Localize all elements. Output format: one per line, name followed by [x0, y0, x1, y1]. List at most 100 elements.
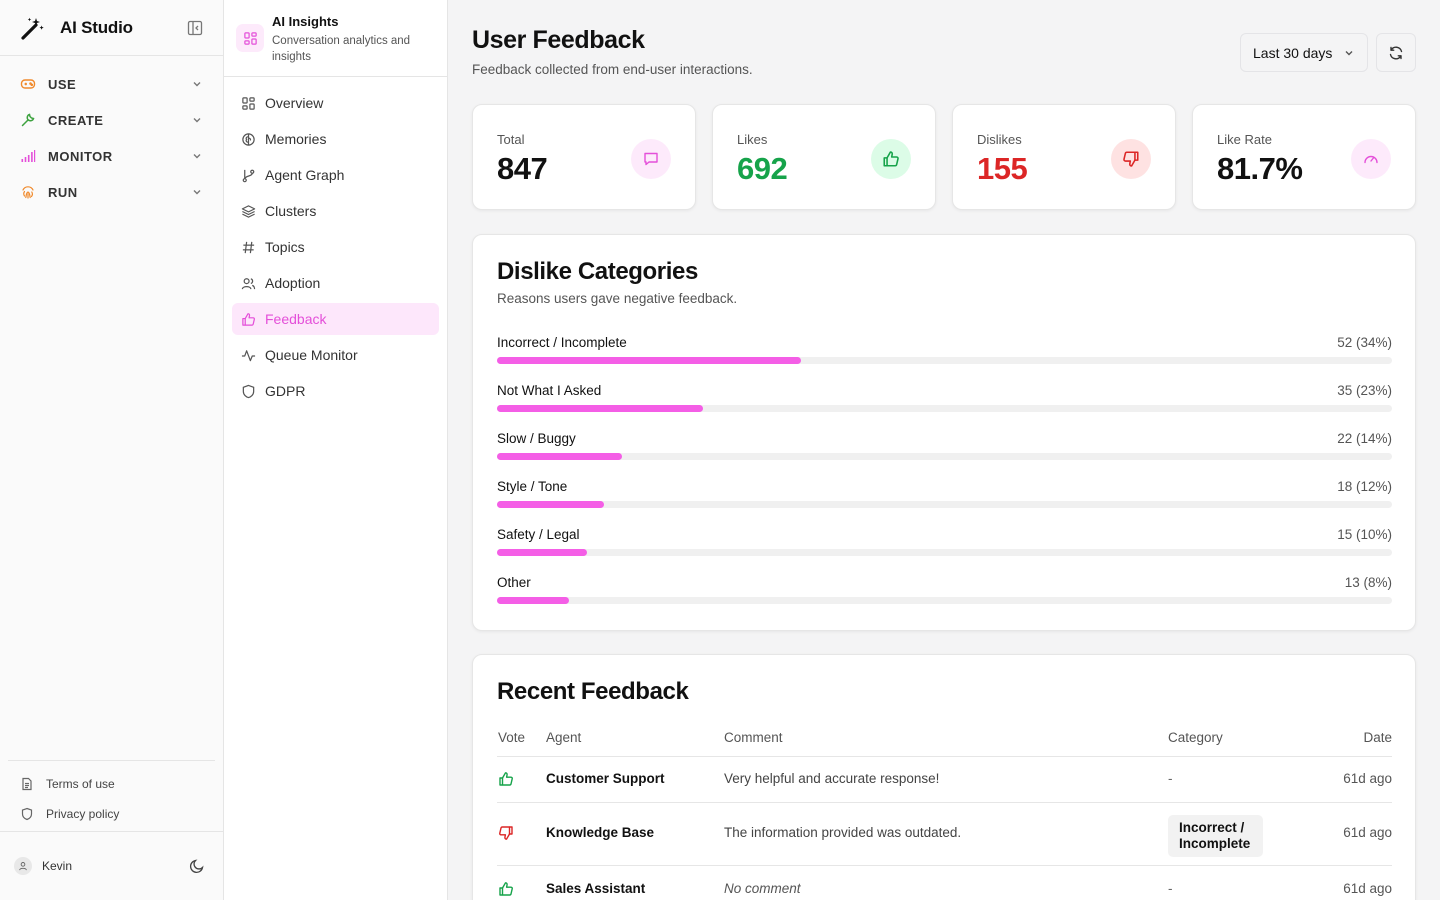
category-value: 52 (34%) [1337, 335, 1392, 350]
nav-group-monitor[interactable]: MONITOR [0, 138, 223, 174]
stat-label: Likes [737, 132, 768, 147]
row-comment: No comment [724, 881, 801, 896]
date-range-value: Last 30 days [1253, 44, 1333, 61]
main-content: User Feedback Feedback collected from en… [448, 0, 1440, 900]
category-row: Other 13 (8%) [497, 575, 1392, 605]
gamepad-icon [20, 79, 36, 89]
privacy-link[interactable]: Privacy policy [8, 799, 215, 829]
category-value: 18 (12%) [1337, 479, 1392, 494]
table-row[interactable]: Knowledge Base The information provided … [497, 803, 1392, 866]
chevron-down-icon [1345, 50, 1353, 55]
page-subtitle: Feedback collected from end-user interac… [472, 62, 753, 77]
column-header-agent: Agent [546, 730, 582, 745]
brand-header: AI Studio [0, 0, 223, 56]
subnav-item-adoption[interactable]: Adoption [232, 267, 439, 299]
hash-icon [242, 241, 255, 253]
category-name: Other [497, 575, 531, 590]
card-subtitle: Reasons users gave negative feedback. [497, 291, 738, 306]
brain-icon [242, 132, 255, 146]
card-title: Dislike Categories [497, 258, 698, 285]
terms-link[interactable]: Terms of use [8, 769, 215, 799]
user-name: Kevin [42, 859, 73, 873]
subnav-item-topics[interactable]: Topics [232, 231, 439, 263]
category-bar [497, 357, 802, 364]
thumbs-up-icon [242, 312, 255, 326]
subnav-item-label: Overview [265, 95, 324, 111]
row-category: - [1168, 771, 1173, 786]
table-row[interactable]: Customer Support Very helpful and accura… [497, 757, 1392, 803]
insights-subnav: AI Insights Conversation analytics and i… [224, 0, 448, 900]
nav-group-create[interactable]: CREATE [0, 102, 223, 138]
row-category: - [1168, 881, 1173, 896]
nav-group-run[interactable]: RUN [0, 174, 223, 210]
shield-icon [242, 384, 255, 398]
subnav-item-queue-monitor[interactable]: Queue Monitor [232, 339, 439, 371]
card-title: Recent Feedback [497, 678, 689, 705]
column-header-vote: Vote [498, 730, 526, 745]
category-name: Style / Tone [497, 479, 568, 494]
subnav-item-agent-graph[interactable]: Agent Graph [232, 159, 439, 191]
stat-icon-box [871, 139, 911, 179]
category-row: Incorrect / Incomplete 52 (34%) [497, 335, 1392, 365]
nav-group-use[interactable]: USE [0, 66, 223, 102]
column-header-comment: Comment [724, 730, 783, 745]
subnav-list: Overview Memories Agent Graph Clusters T… [224, 77, 447, 421]
category-track [497, 501, 1392, 508]
nav-group-label: USE [48, 76, 77, 92]
category-value: 15 (10%) [1337, 527, 1392, 542]
subnav-item-gdpr[interactable]: GDPR [232, 375, 439, 407]
table-row[interactable]: Sales Assistant No comment - 61d ago [497, 866, 1392, 900]
stat-icon-box [1111, 139, 1151, 179]
category-row: Style / Tone 18 (12%) [497, 479, 1392, 509]
stat-card-like-rate: Like Rate 81.7% [1192, 104, 1416, 210]
refresh-icon [1389, 46, 1403, 59]
category-value: 13 (8%) [1344, 575, 1392, 590]
category-track [497, 549, 1392, 556]
row-date: 61d ago [1343, 881, 1392, 896]
refresh-button[interactable] [1376, 33, 1416, 72]
sidebar-collapse-icon[interactable] [187, 20, 203, 36]
category-row: Safety / Legal 15 (10%) [497, 527, 1392, 557]
thumbs-up-icon [499, 772, 513, 786]
subnav-item-label: Feedback [265, 311, 327, 327]
subnav-item-clusters[interactable]: Clusters [232, 195, 439, 227]
sidebar-footer: Terms of use Privacy policy [8, 760, 215, 829]
thumbs-up-icon [499, 882, 513, 896]
message-icon [644, 152, 658, 166]
fingerprint-icon [22, 186, 34, 199]
moon-icon[interactable] [189, 858, 205, 874]
avatar[interactable] [14, 857, 32, 875]
recent-feedback-card: Recent Feedback Vote Agent Comment Categ… [472, 654, 1416, 900]
subnav-item-memories[interactable]: Memories [232, 123, 439, 155]
stat-value: 81.7% [1217, 151, 1303, 186]
subnav-item-label: Agent Graph [265, 167, 345, 183]
stat-label: Total [497, 132, 525, 147]
row-date: 61d ago [1343, 825, 1392, 840]
subnav-item-overview[interactable]: Overview [232, 87, 439, 119]
app-name: AI Studio [60, 17, 133, 37]
activity-icon [241, 349, 256, 361]
wrench-icon [21, 113, 35, 127]
subnav-title: AI Insights [272, 14, 339, 29]
subnav-item-feedback[interactable]: Feedback [232, 303, 439, 335]
category-value: 22 (14%) [1337, 431, 1392, 446]
thumbs-down-icon [499, 826, 513, 840]
stat-value: 155 [977, 151, 1028, 186]
stat-icon-box [631, 139, 671, 179]
category-bar [497, 501, 605, 508]
primary-sidebar: AI Studio USE CREATE MONITOR RUN Terms o… [0, 0, 224, 900]
row-date: 61d ago [1343, 771, 1392, 786]
stat-card-total: Total 847 [472, 104, 696, 210]
date-range-select[interactable]: Last 30 days [1240, 33, 1368, 72]
row-comment: Very helpful and accurate response! [724, 771, 940, 786]
row-agent: Customer Support [546, 771, 665, 786]
category-name: Not What I Asked [497, 383, 602, 398]
category-track [497, 453, 1392, 460]
category-bar [497, 549, 587, 556]
category-name: Incorrect / Incomplete [497, 335, 627, 350]
privacy-label: Privacy policy [46, 807, 120, 821]
signal-bars-icon [21, 150, 36, 162]
category-row: Not What I Asked 35 (23%) [497, 383, 1392, 413]
category-badge: Incorrect / Incomplete [1168, 815, 1263, 857]
category-value: 35 (23%) [1337, 383, 1392, 398]
